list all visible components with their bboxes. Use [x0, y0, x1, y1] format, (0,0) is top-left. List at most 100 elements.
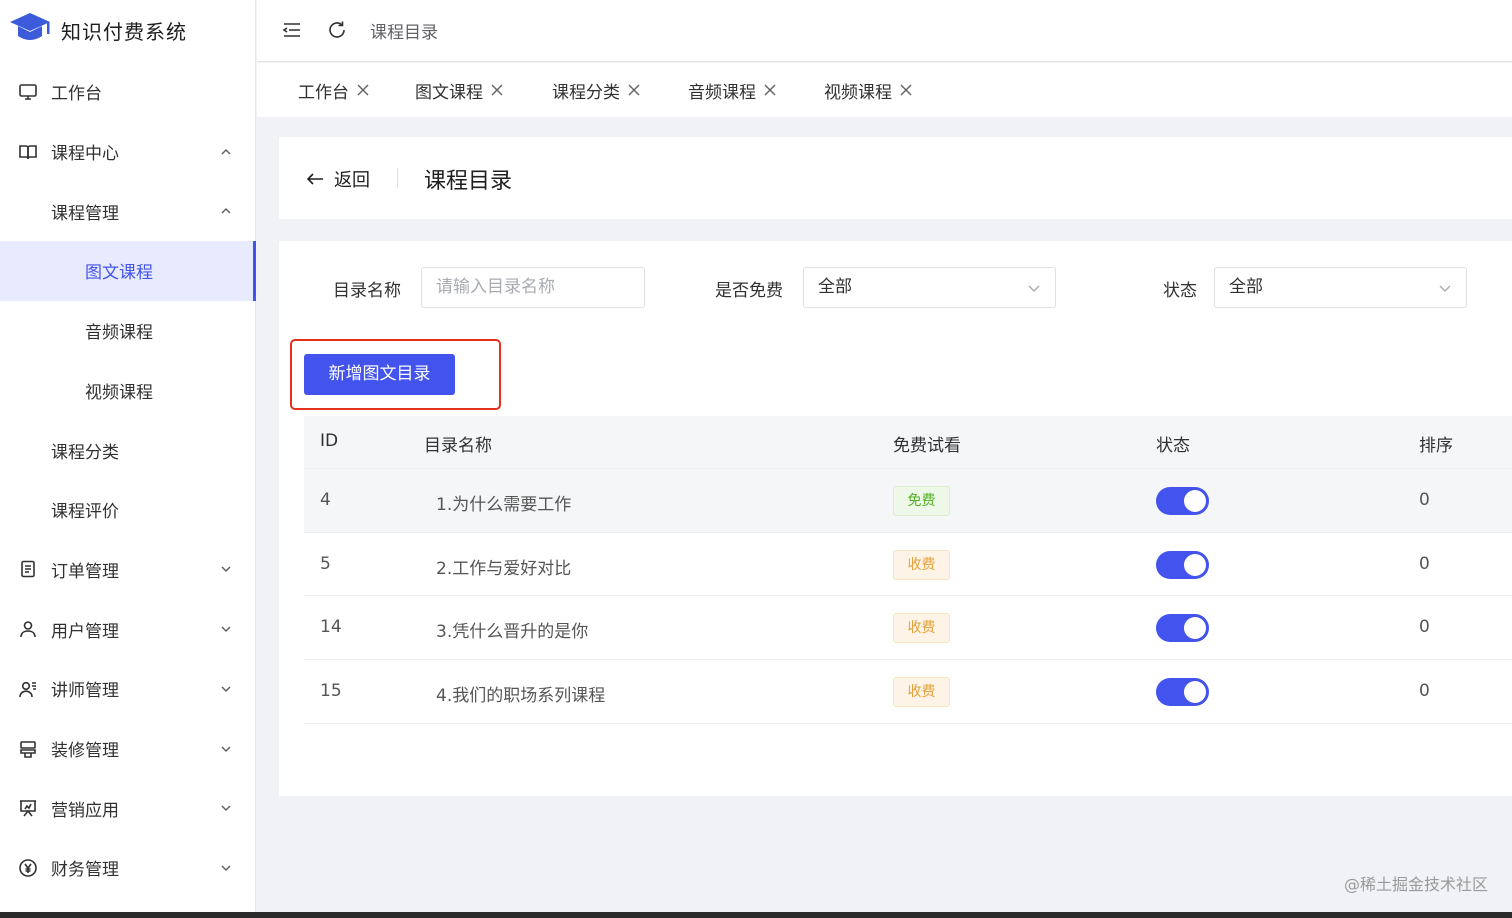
cell-sort: 0 — [1419, 617, 1430, 638]
toggle-knob — [1184, 490, 1206, 512]
column-header-id: ID — [320, 431, 339, 451]
add-catalog-button[interactable]: 新增图文目录 — [304, 354, 455, 395]
sidebar-item-label: 财务管理 — [51, 860, 119, 881]
chevron-down-icon — [221, 805, 231, 812]
sidebar: 知识付费系统 工作台 课程中心 课程管理 图文课程 音频课程 视频课程 课程分类… — [0, 0, 256, 912]
catalog-table: ID 目录名称 免费试看 状态 排序 4 1.为什么需要工作 免费 0 5 2.… — [304, 416, 1512, 724]
arrow-left-icon — [306, 173, 323, 185]
sidebar-item-label: 订单管理 — [51, 561, 119, 582]
table-row[interactable]: 4 1.为什么需要工作 免费 0 — [304, 469, 1512, 533]
sidebar-item-label: 工作台 — [51, 84, 102, 105]
cell-id: 5 — [320, 553, 331, 574]
column-header-status: 状态 — [1156, 436, 1190, 456]
sidebar-item-orders[interactable]: 订单管理 — [0, 540, 255, 600]
page-header: 返回 课程目录 — [279, 137, 1512, 219]
column-header-sort: 排序 — [1419, 436, 1453, 456]
breadcrumb: 课程目录 — [370, 23, 438, 43]
filter-status-label: 状态 — [1163, 281, 1197, 301]
cell-name: 1.为什么需要工作 — [436, 495, 572, 515]
back-button[interactable]: 返回 — [305, 166, 370, 192]
close-icon[interactable] — [764, 84, 776, 96]
input-placeholder: 请输入目录名称 — [436, 277, 555, 297]
sidebar-item-label: 装修管理 — [51, 741, 119, 762]
cell-name: 2.工作与爱好对比 — [436, 558, 572, 579]
logo[interactable]: 知识付费系统 — [0, 0, 255, 60]
chevron-up-icon — [221, 208, 231, 214]
chevron-down-icon — [1028, 285, 1040, 292]
table-row[interactable]: 15 4.我们的职场系列课程 收费 0 — [304, 660, 1512, 724]
free-select[interactable]: 全部 — [803, 267, 1056, 308]
sidebar-item-label: 课程管理 — [51, 203, 119, 224]
sidebar-item-text-course[interactable]: 图文课程 — [0, 241, 256, 301]
status-select[interactable]: 全部 — [1214, 267, 1467, 308]
marketing-icon — [18, 798, 38, 818]
status-toggle[interactable] — [1156, 614, 1209, 643]
user-icon — [18, 619, 38, 639]
close-icon[interactable] — [628, 84, 640, 96]
bottom-bar — [0, 912, 1512, 918]
sidebar-item-label: 视频课程 — [85, 382, 153, 403]
cell-id: 14 — [320, 617, 342, 638]
toggle-knob — [1184, 553, 1206, 576]
cell-sort: 0 — [1419, 681, 1430, 702]
sidebar-item-course-review[interactable]: 课程评价 — [0, 480, 255, 540]
table-row[interactable]: 5 2.工作与爱好对比 收费 0 — [304, 532, 1512, 597]
close-icon[interactable] — [357, 84, 369, 96]
sidebar-item-video-course[interactable]: 视频课程 — [0, 361, 255, 421]
cell-name: 4.我们的职场系列课程 — [436, 686, 606, 707]
sidebar-item-users[interactable]: 用户管理 — [0, 599, 255, 659]
sidebar-item-label: 课程分类 — [51, 442, 119, 463]
sidebar-item-teachers[interactable]: 讲师管理 — [0, 659, 255, 719]
finance-icon — [18, 858, 38, 878]
table-row[interactable]: 14 3.凭什么晋升的是你 收费 0 — [304, 596, 1512, 661]
sidebar-item-label: 图文课程 — [85, 263, 153, 284]
watermark: @稀土掘金技术社区 — [1343, 875, 1488, 894]
select-value: 全部 — [1229, 277, 1263, 297]
tab-video-course[interactable]: 视频课程 — [824, 77, 912, 103]
toggle-knob — [1184, 617, 1206, 640]
content-panel: 目录名称 请输入目录名称 是否免费 全部 状态 全部 新增图文目录 ID 目录名… — [279, 241, 1512, 796]
status-toggle[interactable] — [1156, 550, 1209, 579]
refresh-icon[interactable] — [326, 19, 348, 41]
chevron-down-icon — [221, 566, 231, 573]
sidebar-item-audio-course[interactable]: 音频课程 — [0, 301, 255, 361]
sidebar-item-finance[interactable]: 财务管理 — [0, 838, 255, 898]
top-header: 课程目录 — [257, 0, 1512, 62]
status-toggle[interactable] — [1156, 678, 1209, 707]
tab-audio-course[interactable]: 音频课程 — [688, 77, 776, 103]
sidebar-item-label: 用户管理 — [51, 621, 119, 642]
sidebar-item-course-category[interactable]: 课程分类 — [0, 420, 255, 480]
cell-name: 3.凭什么晋升的是你 — [436, 622, 589, 643]
cell-sort: 0 — [1419, 553, 1430, 574]
chevron-down-icon — [221, 865, 231, 871]
tab-course-category[interactable]: 课程分类 — [552, 77, 640, 103]
page-title: 课程目录 — [424, 169, 513, 194]
close-icon[interactable] — [491, 84, 503, 96]
chevron-down-icon — [221, 626, 231, 633]
graduation-cap-icon — [8, 10, 52, 50]
tab-text-course[interactable]: 图文课程 — [415, 77, 503, 103]
decorate-icon — [18, 739, 38, 759]
close-icon[interactable] — [900, 84, 912, 96]
sidebar-item-decoration[interactable]: 装修管理 — [0, 719, 255, 779]
sidebar-item-label: 音频课程 — [85, 323, 153, 344]
catalog-name-input[interactable]: 请输入目录名称 — [421, 267, 645, 308]
filter-name-label: 目录名称 — [333, 281, 401, 301]
sidebar-item-course-center[interactable]: 课程中心 — [0, 122, 255, 182]
chevron-down-icon — [221, 686, 231, 692]
table-header: ID 目录名称 免费试看 状态 排序 — [304, 416, 1512, 469]
tab-dashboard[interactable]: 工作台 — [298, 77, 369, 103]
chevron-down-icon — [1439, 285, 1451, 292]
menu-fold-icon[interactable] — [281, 19, 303, 41]
column-header-free: 免费试看 — [893, 436, 961, 456]
divider — [397, 168, 398, 188]
sidebar-item-marketing[interactable]: 营销应用 — [0, 778, 255, 838]
chevron-up-icon — [221, 148, 231, 155]
paid-tag: 收费 — [893, 677, 950, 708]
sidebar-item-label: 课程评价 — [51, 502, 119, 523]
sidebar-item-dashboard[interactable]: 工作台 — [0, 62, 255, 122]
status-toggle[interactable] — [1156, 487, 1209, 515]
sidebar-item-course-management[interactable]: 课程管理 — [0, 181, 255, 241]
tab-label: 课程分类 — [552, 82, 620, 103]
cell-id: 15 — [320, 681, 342, 702]
